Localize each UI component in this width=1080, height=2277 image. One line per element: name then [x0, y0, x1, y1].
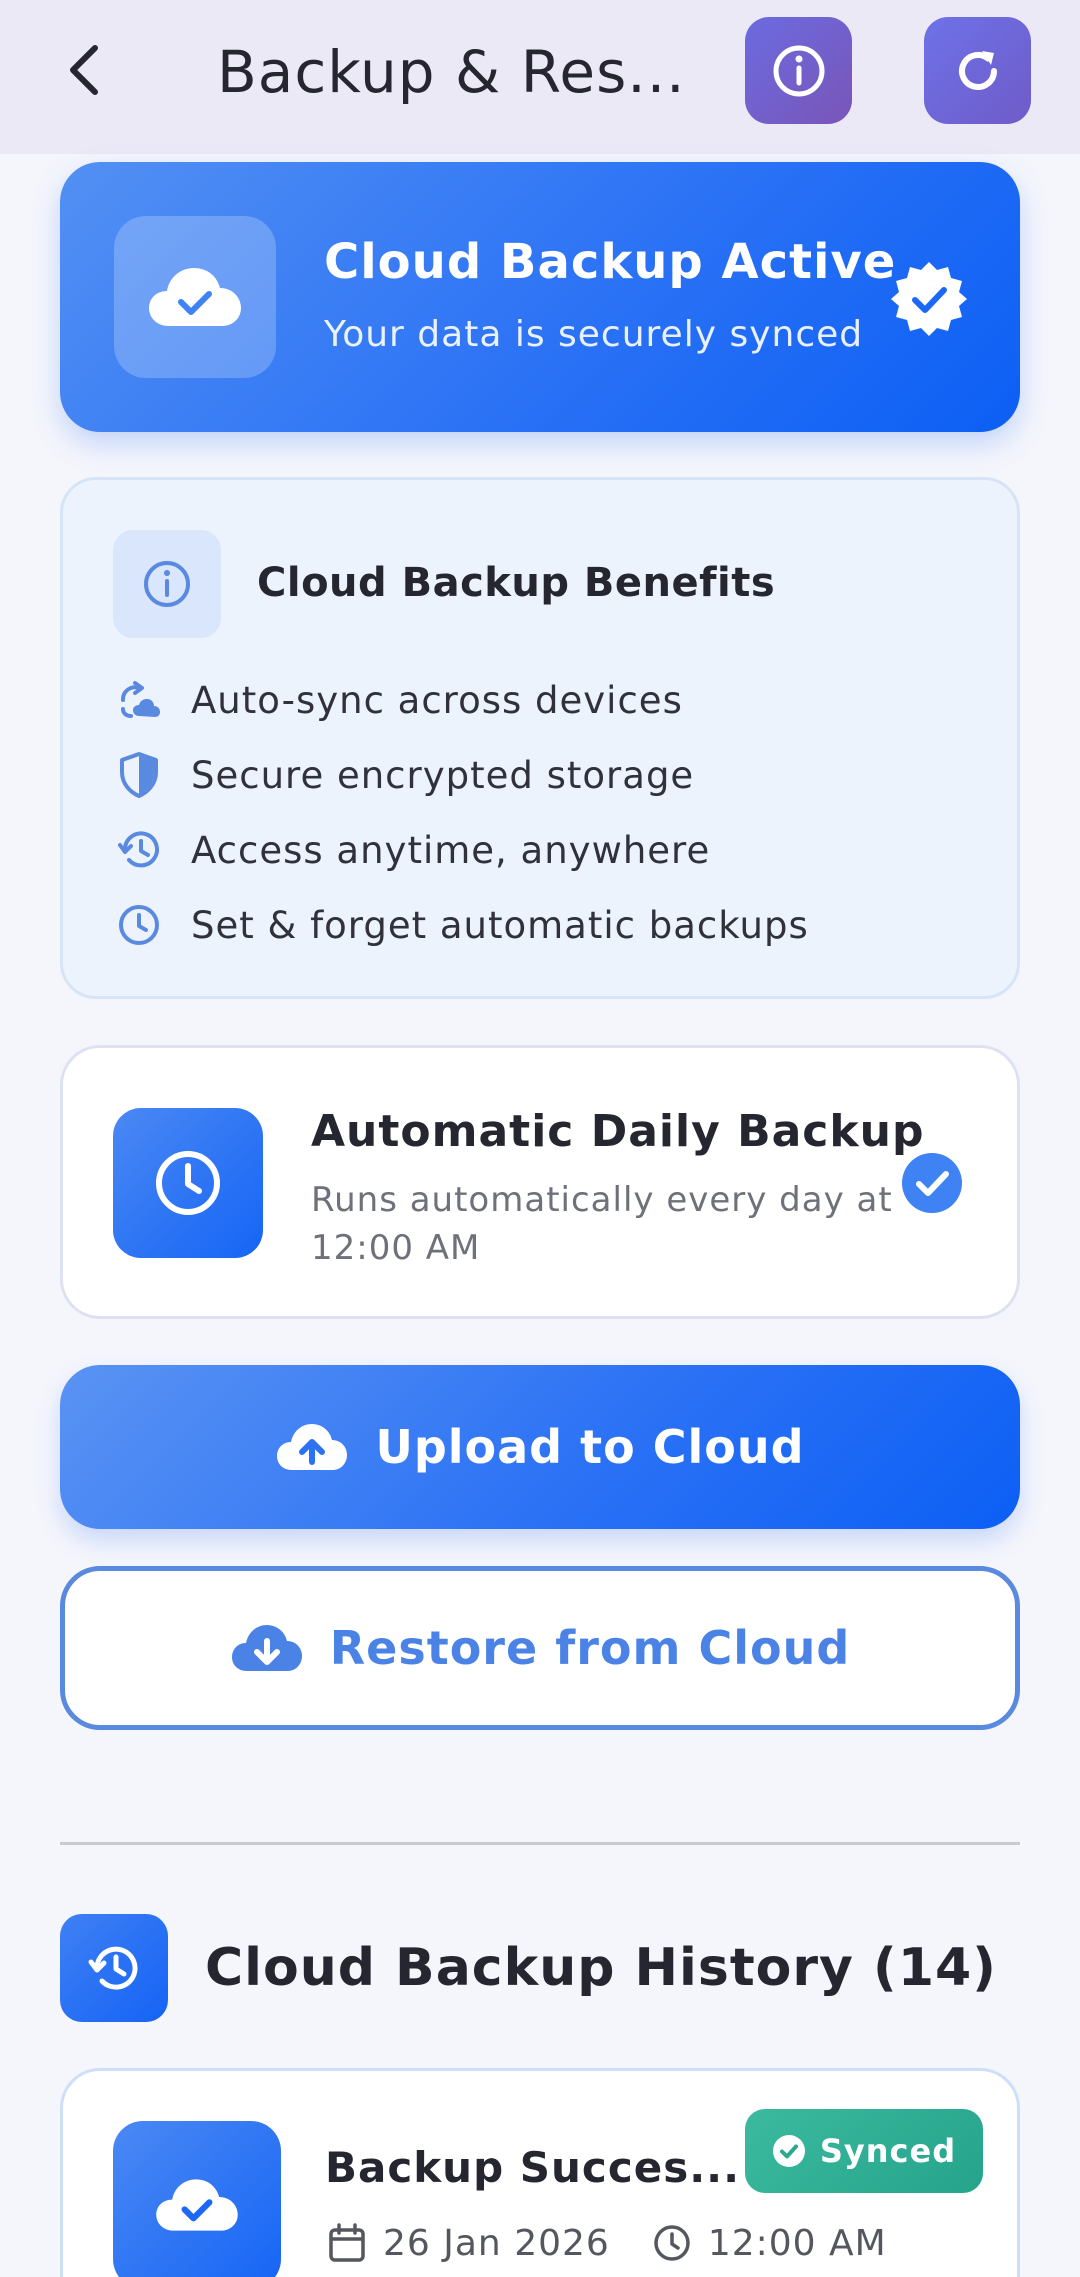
info-icon — [773, 45, 824, 96]
benefits-icon-container — [113, 530, 221, 638]
benefit-item: Set & forget automatic backups — [115, 895, 809, 955]
info-button[interactable] — [745, 17, 852, 124]
status-title: Cloud Backup Active — [324, 234, 897, 290]
status-badge: Synced — [745, 2109, 983, 2193]
benefit-item: Secure encrypted storage — [115, 745, 694, 805]
clock-icon — [650, 2221, 694, 2265]
cloud-check-icon — [149, 268, 241, 326]
check-circle-icon — [772, 2135, 805, 2167]
benefits-card: Cloud Backup Benefits Auto-sync across d… — [60, 477, 1020, 999]
history-title: Cloud Backup History (14) — [205, 1938, 997, 1998]
clock-icon — [115, 901, 163, 949]
refresh-icon — [958, 50, 997, 90]
check-circle-icon — [902, 1153, 962, 1213]
back-button[interactable] — [50, 28, 120, 112]
benefit-label: Auto-sync across devices — [191, 678, 683, 722]
history-icon — [115, 826, 163, 874]
shield-icon — [115, 751, 163, 799]
benefit-item: Access anytime, anywhere — [115, 820, 710, 880]
history-icon-container — [60, 1914, 168, 2022]
daily-backup-subtitle: Runs automatically every day at 12:00 AM — [311, 1180, 893, 1268]
benefit-label: Set & forget automatic backups — [191, 903, 809, 947]
top-app-bar: Backup & Res... — [0, 0, 1080, 154]
cloud-status-card: Cloud Backup Active Your data is securel… — [60, 162, 1020, 432]
benefit-label: Access anytime, anywhere — [191, 828, 711, 872]
verified-badge-icon — [891, 262, 967, 336]
sync-icon — [115, 676, 163, 724]
daily-backup-card[interactable]: Automatic Daily Backup Runs automaticall… — [60, 1045, 1020, 1319]
daily-icon-container — [113, 1108, 263, 1258]
history-item-icon-container — [113, 2121, 281, 2277]
history-list-item[interactable]: Backup Succes... Synced 26 Jan 2026 12:0… — [60, 2068, 1020, 2277]
history-item-meta: 26 Jan 2026 12:00 AM — [325, 2221, 887, 2265]
history-item-title: Backup Succes... — [325, 2143, 741, 2192]
status-subtitle: Your data is securely synced — [324, 314, 864, 355]
cloud-check-icon — [156, 2179, 238, 2231]
history-item-time: 12:00 AM — [707, 2222, 887, 2264]
chevron-left-icon — [70, 45, 98, 95]
upload-to-cloud-button[interactable]: Upload to Cloud — [60, 1365, 1020, 1529]
restore-label: Restore from Cloud — [329, 1621, 851, 1675]
status-icon-container — [114, 216, 276, 378]
benefit-item: Auto-sync across devices — [115, 670, 683, 730]
info-icon — [144, 561, 190, 607]
calendar-icon — [325, 2221, 369, 2265]
cloud-download-icon — [231, 1625, 302, 1671]
page-title: Backup & Res... — [217, 38, 686, 106]
history-icon — [88, 1946, 138, 1990]
status-badge-label: Synced — [819, 2132, 957, 2170]
history-item-date: 26 Jan 2026 — [383, 2222, 610, 2264]
section-divider — [60, 1842, 1020, 1845]
daily-backup-title: Automatic Daily Backup — [311, 1106, 925, 1157]
benefit-label: Secure encrypted storage — [191, 753, 695, 797]
benefits-title: Cloud Backup Benefits — [257, 560, 776, 606]
restore-from-cloud-button[interactable]: Restore from Cloud — [60, 1566, 1020, 1730]
refresh-button[interactable] — [924, 17, 1031, 124]
cloud-upload-icon — [277, 1424, 348, 1470]
clock-icon — [156, 1151, 220, 1215]
upload-label: Upload to Cloud — [375, 1420, 805, 1474]
